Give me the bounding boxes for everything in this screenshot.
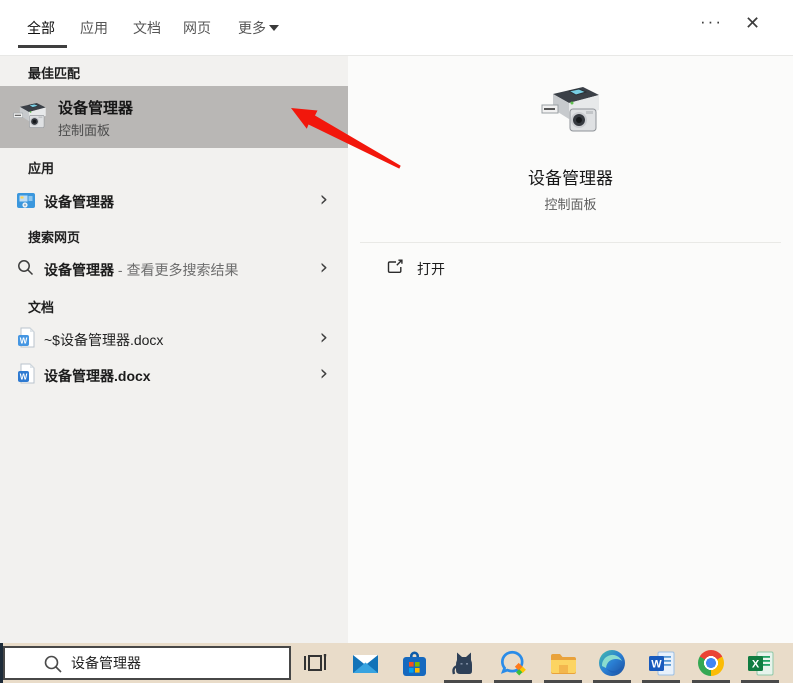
device-manager-large-icon (539, 82, 603, 147)
web-search-suffix: - 查看更多搜索结果 (114, 262, 239, 278)
cat-app-icon[interactable] (443, 643, 483, 683)
excel-icon[interactable]: X (740, 643, 780, 683)
store-icon[interactable] (394, 643, 434, 683)
chevron-down-icon[interactable] (269, 25, 279, 31)
tab-apps[interactable]: 应用 (80, 18, 108, 38)
chat-app-icon[interactable] (493, 643, 533, 683)
doc-result-main[interactable]: W 设备管理器.docx › (0, 358, 348, 392)
search-filter-bar: 全部 应用 文档 网页 更多 ··· ✕ (0, 0, 793, 56)
chevron-right-icon[interactable]: › (320, 255, 328, 279)
svg-text:W: W (20, 337, 28, 346)
active-tab-underline (18, 45, 67, 48)
app-result-device-manager[interactable]: 设备管理器 › (0, 184, 348, 218)
edge-icon[interactable] (592, 643, 632, 683)
word-document-icon: W (17, 363, 35, 390)
taskbar: W X (0, 643, 793, 683)
device-manager-icon (12, 98, 48, 141)
tab-documents[interactable]: 文档 (133, 18, 161, 38)
task-view-icon[interactable] (295, 643, 335, 683)
divider (360, 242, 781, 243)
preview-title: 设备管理器 (528, 169, 613, 188)
web-search-query: 设备管理器 (44, 262, 114, 278)
web-search-result[interactable]: 设备管理器 - 查看更多搜索结果 › (0, 252, 348, 286)
search-input[interactable] (69, 650, 273, 676)
svg-text:W: W (651, 658, 662, 670)
tab-web[interactable]: 网页 (183, 18, 211, 38)
best-match-result[interactable]: 设备管理器 控制面板 (0, 86, 348, 148)
best-match-subtitle: 控制面板 (58, 123, 111, 138)
svg-text:W: W (20, 373, 28, 382)
open-action-label: 打开 (417, 261, 445, 277)
open-external-icon (386, 259, 404, 280)
chevron-right-icon[interactable]: › (320, 325, 328, 349)
chevron-right-icon[interactable]: › (320, 187, 328, 211)
word-icon[interactable]: W (641, 643, 681, 683)
search-icon (44, 655, 62, 673)
tab-all[interactable]: 全部 (27, 18, 55, 38)
chevron-right-icon[interactable]: › (320, 361, 328, 385)
preview-panel: 设备管理器 控制面板 打开 (348, 56, 793, 643)
best-match-header: 最佳匹配 (28, 66, 81, 81)
results-panel: 最佳匹配 设备管理器 控制面板 应用 设备管理器 › 搜索网页 设备管理器 - … (0, 56, 348, 643)
chrome-icon[interactable] (691, 643, 731, 683)
options-ellipsis-button[interactable]: ··· (700, 12, 723, 32)
svg-text:X: X (751, 658, 759, 670)
search-icon (17, 259, 34, 281)
close-icon[interactable]: ✕ (745, 13, 760, 34)
app-result-label: 设备管理器 (44, 194, 114, 210)
preview-subtitle: 控制面板 (544, 197, 597, 212)
word-document-icon: W (17, 327, 35, 354)
tab-more[interactable]: 更多 (238, 18, 266, 38)
doc-result-name: 设备管理器.docx (44, 368, 151, 384)
doc-result-temp[interactable]: W ~$设备管理器.docx › (0, 322, 348, 356)
mail-icon[interactable] (345, 643, 385, 683)
doc-result-name: ~$设备管理器.docx (44, 332, 164, 348)
device-manager-small-icon (17, 192, 35, 215)
search-flyout-screen: 全部 应用 文档 网页 更多 ··· ✕ 最佳匹配 设备管理器 控制面板 应用 … (0, 0, 793, 683)
file-explorer-icon[interactable] (543, 643, 583, 683)
open-action[interactable]: 打开 (386, 258, 445, 280)
documents-header: 文档 (28, 300, 55, 315)
best-match-title: 设备管理器 (58, 100, 134, 117)
search-web-header: 搜索网页 (28, 230, 81, 245)
taskbar-search-box[interactable] (3, 646, 291, 680)
apps-header: 应用 (28, 161, 55, 176)
